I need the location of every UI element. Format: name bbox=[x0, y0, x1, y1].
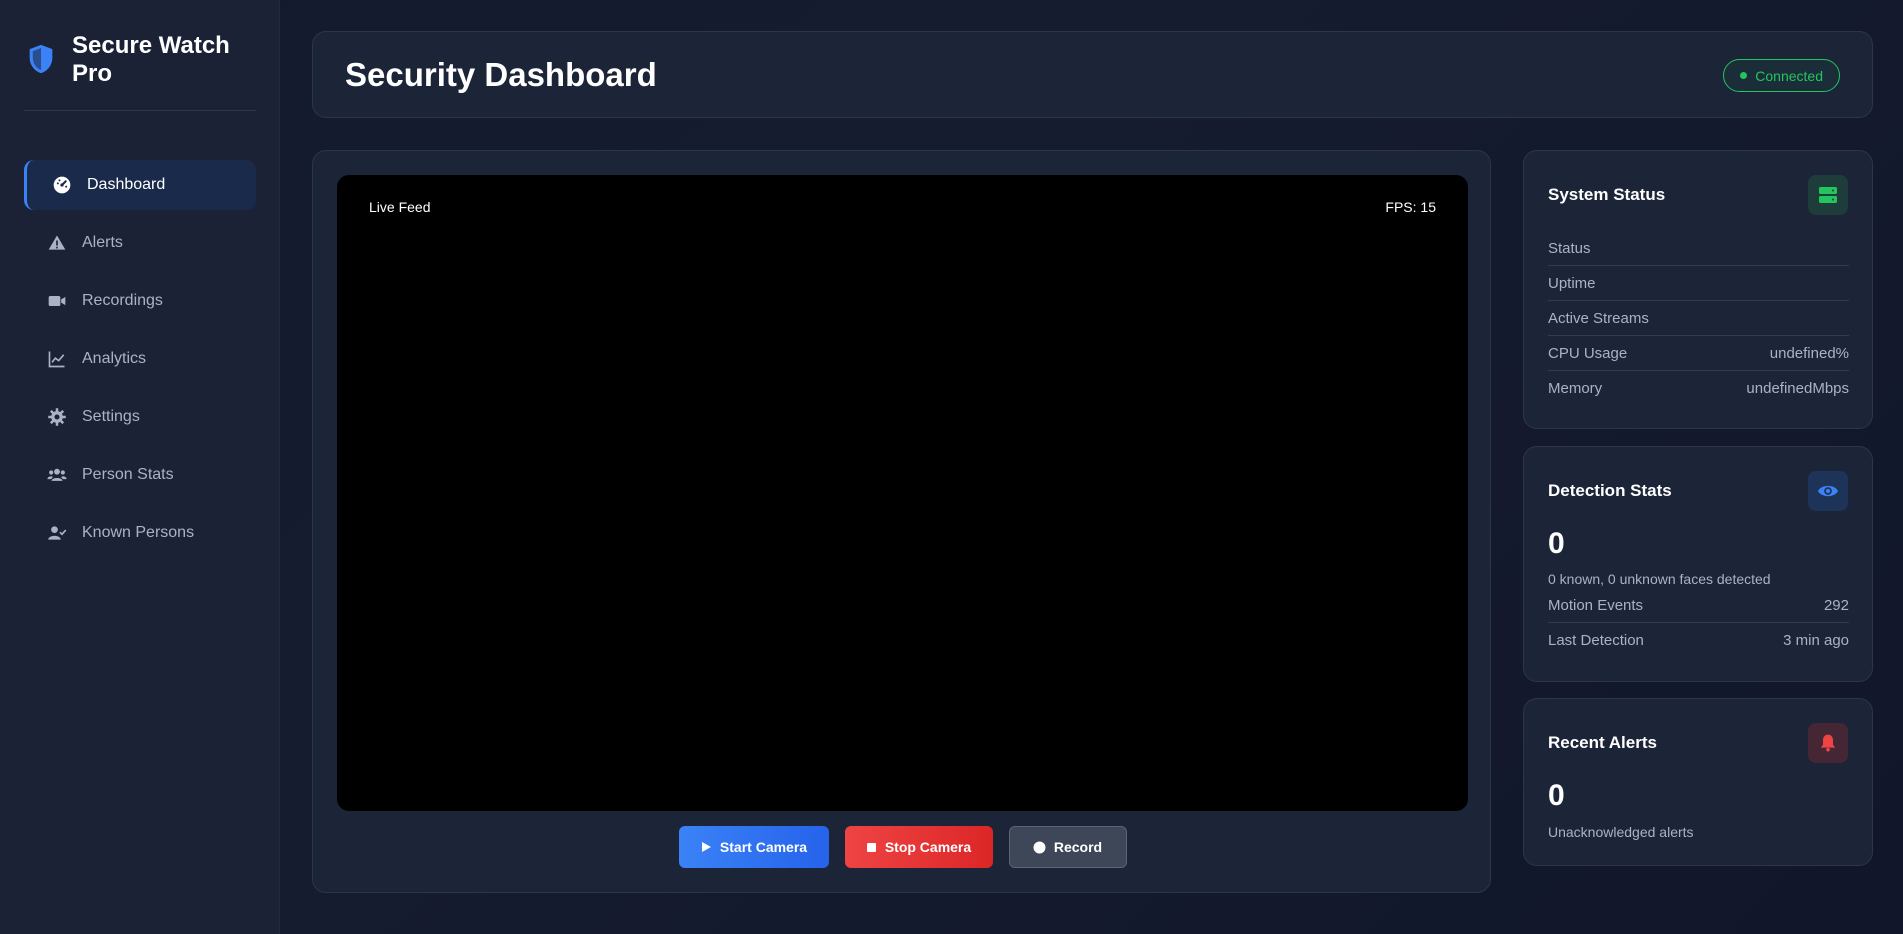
recent-alerts-card: Recent Alerts 0 Unacknowledged alerts bbox=[1523, 698, 1873, 866]
alerts-description: Unacknowledged alerts bbox=[1548, 824, 1694, 840]
user-check-icon bbox=[46, 522, 68, 544]
last-detection-row: Last Detection 3 min ago bbox=[1548, 623, 1849, 658]
alerts-count: 0 bbox=[1548, 779, 1565, 812]
play-icon bbox=[700, 841, 712, 853]
live-video-feed: Live Feed FPS: 15 bbox=[337, 175, 1468, 811]
sidebar-item-alerts[interactable]: Alerts bbox=[24, 218, 256, 268]
sidebar-item-recordings[interactable]: Recordings bbox=[24, 276, 256, 326]
sidebar-item-label: Known Persons bbox=[82, 524, 195, 541]
sidebar-item-analytics[interactable]: Analytics bbox=[24, 334, 256, 384]
start-camera-button[interactable]: Start Camera bbox=[678, 826, 829, 868]
sidebar-item-person-stats[interactable]: Person Stats bbox=[24, 450, 256, 500]
sidebar-item-label: Alerts bbox=[82, 234, 123, 251]
server-icon bbox=[1808, 175, 1848, 215]
sidebar-item-label: Person Stats bbox=[82, 466, 174, 483]
gear-icon bbox=[46, 406, 68, 428]
row-label: Status bbox=[1548, 239, 1591, 257]
row-value: undefinedMbps bbox=[1746, 380, 1849, 397]
stop-camera-label: Stop Camera bbox=[884, 839, 972, 855]
shield-icon bbox=[24, 42, 58, 76]
sidebar-item-known-persons[interactable]: Known Persons bbox=[24, 508, 256, 558]
brand: Secure Watch Pro bbox=[24, 32, 256, 88]
active-streams-row: Active Streams bbox=[1548, 301, 1849, 336]
video-icon bbox=[46, 290, 68, 312]
page-header: Security Dashboard Connected bbox=[312, 31, 1873, 118]
connection-status-badge: Connected bbox=[1723, 59, 1840, 92]
row-value: 3 min ago bbox=[1783, 632, 1849, 649]
sidebar-item-label: Recordings bbox=[82, 292, 163, 309]
memory-row: Memory undefinedMbps bbox=[1548, 371, 1849, 406]
sidebar-item-label: Analytics bbox=[82, 350, 147, 367]
card-title: System Status bbox=[1548, 185, 1666, 204]
sidebar-item-settings[interactable]: Settings bbox=[24, 392, 256, 442]
motion-events-row: Motion Events 292 bbox=[1548, 588, 1849, 623]
card-title: Detection Stats bbox=[1548, 481, 1672, 500]
status-dot-icon bbox=[1740, 72, 1748, 79]
system-status-card: System Status Status Uptime Active Strea… bbox=[1523, 150, 1873, 429]
camera-controls: Start Camera Stop Camera Record bbox=[313, 826, 1492, 868]
start-camera-label: Start Camera bbox=[719, 839, 808, 855]
row-label: Memory bbox=[1548, 380, 1603, 397]
brand-title: Secure Watch Pro bbox=[72, 32, 230, 87]
status-row: Status bbox=[1548, 231, 1849, 266]
row-value: undefined% bbox=[1769, 344, 1849, 362]
row-label: Uptime bbox=[1548, 274, 1596, 292]
connection-status-label: Connected bbox=[1755, 67, 1823, 84]
sidebar-item-dashboard[interactable]: Dashboard bbox=[24, 160, 256, 210]
cpu-usage-row: CPU Usage undefined% bbox=[1548, 336, 1849, 371]
detection-stats-list: Motion Events 292 Last Detection 3 min a… bbox=[1548, 588, 1849, 658]
record-icon bbox=[1033, 841, 1046, 854]
fps-label: FPS: 15 bbox=[1385, 199, 1436, 215]
chart-line-icon bbox=[46, 348, 68, 370]
brand-divider bbox=[24, 110, 256, 111]
video-panel: Live Feed FPS: 15 Start Camera Stop Came… bbox=[312, 150, 1491, 893]
row-label: CPU Usage bbox=[1548, 344, 1628, 362]
users-icon bbox=[46, 464, 68, 486]
sidebar: Secure Watch Pro Dashboard Alerts Record… bbox=[0, 0, 280, 934]
record-label: Record bbox=[1053, 839, 1103, 855]
detection-description: 0 known, 0 unknown faces detected bbox=[1548, 571, 1771, 587]
gauge-icon bbox=[51, 174, 73, 196]
card-title: Recent Alerts bbox=[1548, 733, 1657, 752]
record-button[interactable]: Record bbox=[1008, 826, 1127, 868]
uptime-row: Uptime bbox=[1548, 266, 1849, 301]
system-status-list: Status Uptime Active Streams CPU Usage u… bbox=[1548, 231, 1849, 406]
page-title: Security Dashboard bbox=[345, 56, 657, 93]
warning-icon bbox=[46, 232, 68, 254]
row-value: 292 bbox=[1823, 596, 1849, 614]
detection-count: 0 bbox=[1548, 527, 1565, 560]
feed-label: Live Feed bbox=[369, 199, 431, 215]
stop-icon bbox=[866, 842, 877, 853]
bell-icon bbox=[1808, 723, 1848, 763]
sidebar-item-label: Settings bbox=[82, 408, 140, 425]
detection-stats-card: Detection Stats 0 0 known, 0 unknown fac… bbox=[1523, 446, 1873, 682]
row-label: Active Streams bbox=[1548, 309, 1649, 327]
row-label: Last Detection bbox=[1548, 632, 1644, 649]
sidebar-item-label: Dashboard bbox=[87, 176, 166, 193]
stop-camera-button[interactable]: Stop Camera bbox=[844, 826, 993, 868]
row-label: Motion Events bbox=[1548, 596, 1644, 614]
sidebar-nav: Dashboard Alerts Recordings Analytics Se… bbox=[24, 160, 256, 566]
eye-icon bbox=[1808, 471, 1848, 511]
